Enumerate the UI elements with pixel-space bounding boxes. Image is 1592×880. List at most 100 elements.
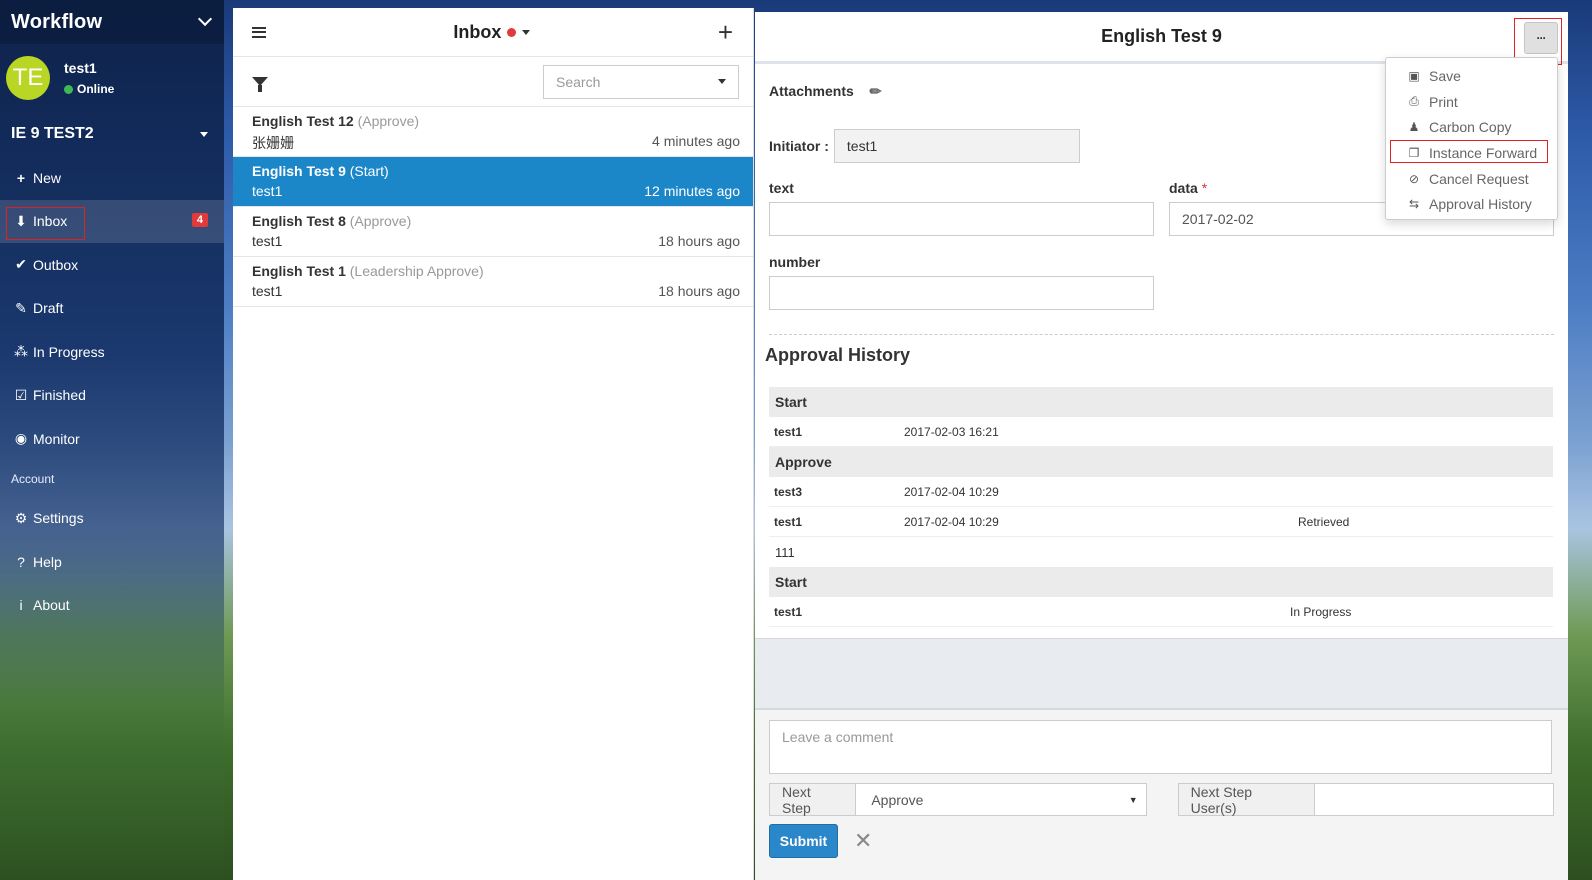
filter-row: Search xyxy=(233,57,753,107)
search-input[interactable]: Search xyxy=(543,64,739,99)
highlight-box xyxy=(6,206,85,240)
unread-dot-icon xyxy=(507,27,517,37)
text-input[interactable] xyxy=(769,202,1154,236)
menu-item-cancel-request[interactable]: ⊘ Cancel Request xyxy=(1386,166,1557,192)
spacer xyxy=(755,638,1568,708)
comment-input[interactable]: Leave a comment xyxy=(769,720,1552,774)
sidebar-item-inbox[interactable]: ⬇ Inbox 4 xyxy=(0,199,224,243)
data-label: data xyxy=(1169,180,1198,196)
app-title: Workflow xyxy=(11,10,103,33)
next-users-input[interactable] xyxy=(1315,784,1553,815)
text-label: text xyxy=(769,180,794,196)
history-comment: 111 xyxy=(775,544,795,560)
approval-history-table: Start test1 2017-02-03 16:21 Approve tes… xyxy=(769,387,1553,627)
sidebar-item-new[interactable]: + New xyxy=(0,156,224,200)
initiator-label: Initiator : xyxy=(769,138,829,154)
history-time: 2017-02-04 10:29 xyxy=(904,484,999,499)
unread-badge: 4 xyxy=(191,212,208,227)
save-icon: ▣ xyxy=(1408,68,1420,83)
hamburger-icon[interactable] xyxy=(252,26,266,38)
user-block[interactable]: TE test1 Online xyxy=(0,44,224,112)
next-step-label: Next Step xyxy=(770,784,857,816)
sidebar-item-label: Finished xyxy=(33,387,86,404)
menu-item-approval-history[interactable]: ⇆ Approval History xyxy=(1386,191,1557,217)
approval-history-title: Approval History xyxy=(765,345,911,365)
double-check-icon: ✔ xyxy=(15,256,27,273)
question-icon: ? xyxy=(17,553,25,570)
next-step-value: Approve xyxy=(871,791,924,808)
add-icon[interactable]: + xyxy=(718,19,733,45)
gear-icon: ⚙ xyxy=(14,509,28,526)
eye-icon: ◉ xyxy=(14,430,28,447)
item-step: (Start) xyxy=(349,163,389,179)
sidebar-item-help[interactable]: ? Help xyxy=(0,540,224,584)
sidebar-item-settings[interactable]: ⚙ Settings xyxy=(0,497,224,541)
sidebar-header: Workflow xyxy=(0,0,224,44)
history-row: test1 2017-02-04 10:29 Retrieved xyxy=(769,507,1553,537)
close-icon[interactable]: ✕ xyxy=(854,828,872,854)
list-item-selected[interactable]: English Test 9 (Start) test1 12 minutes a… xyxy=(233,157,753,207)
sidebar-item-monitor[interactable]: ◉ Monitor xyxy=(0,417,224,461)
history-user: test3 xyxy=(774,484,803,499)
history-time: 2017-02-03 16:21 xyxy=(904,424,999,439)
sidebar-item-label: Settings xyxy=(33,510,84,527)
field-grid: number xyxy=(769,254,1554,310)
page-title: English Test 9 xyxy=(1101,26,1222,46)
item-title: English Test 9 xyxy=(252,163,346,179)
inbox-filter-dropdown[interactable]: Inbox xyxy=(453,22,531,43)
sidebar-item-about[interactable]: i About xyxy=(0,584,224,628)
sidebar-item-label: Outbox xyxy=(33,256,79,273)
next-users-label: Next Step User(s) xyxy=(1178,784,1315,816)
history-group: Start xyxy=(769,567,1553,597)
list-item[interactable]: English Test 12 (Approve) 张姗姗 4 minutes a… xyxy=(233,107,753,157)
sidebar-item-finished[interactable]: ☑ Finished xyxy=(0,374,224,418)
user-status: Online xyxy=(64,82,114,96)
inbox-list-panel: Inbox + Search English Test 12 (Approve)… xyxy=(233,8,754,880)
item-step: (Approve) xyxy=(357,113,420,129)
history-group: Approve xyxy=(769,447,1553,477)
menu-item-instance-forward[interactable]: ❐ Instance Forward xyxy=(1386,140,1557,166)
spinner-icon: ⁂ xyxy=(14,343,28,360)
paperclip-icon[interactable]: ✎ xyxy=(866,81,886,101)
edit-icon: ✎ xyxy=(15,299,27,316)
item-submitter: 张姗姗 xyxy=(252,135,294,151)
account-section-label: Account xyxy=(11,471,55,486)
list-header: Inbox + xyxy=(233,8,753,57)
comment-area: Leave a comment Next Step Approve ▼ Next… xyxy=(755,708,1568,880)
avatar[interactable]: TE xyxy=(6,56,50,100)
filter-icon[interactable] xyxy=(252,77,268,92)
sidebar-item-draft[interactable]: ✎ Draft xyxy=(0,287,224,331)
menu-item-label: Approval History xyxy=(1429,196,1532,213)
number-input[interactable] xyxy=(769,276,1154,310)
list-item[interactable]: English Test 1 (Leadership Approve) test… xyxy=(233,257,753,307)
more-actions-button[interactable]: ··· xyxy=(1524,22,1558,54)
caret-down-icon xyxy=(522,29,531,35)
sidebar-item-in-progress[interactable]: ⁂ In Progress xyxy=(0,330,224,374)
sidebar-item-label: About xyxy=(33,597,70,614)
menu-item-save[interactable]: ▣ Save xyxy=(1386,63,1557,89)
next-step-select[interactable]: Approve ▼ xyxy=(856,784,1145,815)
history-user: test1 xyxy=(774,514,803,529)
history-group: Start xyxy=(769,387,1553,417)
history-user: test1 xyxy=(774,604,803,619)
search-placeholder: Search xyxy=(556,73,601,90)
item-step: (Approve) xyxy=(349,213,412,229)
next-step-row: Next Step Approve ▼ Next Step User(s) xyxy=(769,783,1554,816)
online-dot-icon xyxy=(64,84,73,94)
space-selector[interactable]: IE 9 TEST2 xyxy=(0,112,224,156)
info-icon: i xyxy=(19,597,23,614)
space-name: IE 9 TEST2 xyxy=(11,125,94,142)
item-title: English Test 1 xyxy=(252,263,346,279)
number-field-group: number xyxy=(769,254,1154,310)
chevron-down-icon[interactable] xyxy=(197,11,213,27)
submit-button[interactable]: Submit xyxy=(769,824,838,858)
history-status: Retrieved xyxy=(1298,514,1350,529)
menu-item-carbon-copy[interactable]: ♟ Carbon Copy xyxy=(1386,114,1557,140)
sidebar-item-outbox[interactable]: ✔ Outbox xyxy=(0,243,224,287)
history-row: test1 In Progress xyxy=(769,597,1553,627)
list-item[interactable]: English Test 8 (Approve) test1 18 hours a… xyxy=(233,207,753,257)
menu-item-print[interactable]: ⎙ Print xyxy=(1386,89,1557,115)
history-status: In Progress xyxy=(1290,604,1352,619)
history-row: test3 2017-02-04 10:29 xyxy=(769,477,1553,507)
user-plus-icon: ♟ xyxy=(1408,120,1420,135)
